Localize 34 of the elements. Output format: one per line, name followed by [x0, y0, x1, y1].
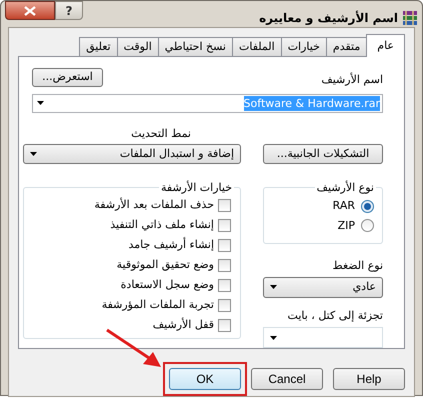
radio-label: RAR: [332, 198, 355, 214]
tab[interactable]: الملفات: [232, 37, 282, 56]
dropdown-value: إضافة و استبدال الملفات: [120, 146, 234, 162]
checkbox-label: حذف الملفات بعد الأرشفة: [94, 196, 214, 213]
checkbox-label: إنشاء ملف ذاتي التنفيذ: [110, 216, 214, 233]
compression-dropdown[interactable]: عادي: [263, 276, 383, 298]
tab[interactable]: نسخ احتياطي: [158, 37, 233, 56]
checkbox-label: وضع سجل الاستعادة: [120, 276, 214, 293]
tab[interactable]: عام: [366, 34, 405, 57]
tab[interactable]: الوقت: [116, 37, 159, 56]
dialog-button[interactable]: Help: [333, 368, 405, 390]
help-button[interactable]: ?: [55, 1, 83, 20]
group-title: نوع الأرشيف: [314, 180, 376, 196]
field-label: نمط التحديث: [131, 126, 191, 142]
checkbox-label: إنشاء أرشيف جامد: [128, 236, 214, 253]
radio-label: ZIP: [338, 218, 355, 234]
field-label: تجزئة إلى كتل ، بايت: [286, 308, 383, 324]
field-label: اسم الأرشيف: [321, 72, 383, 88]
group-title: خيارات الأرشفة: [158, 180, 234, 196]
update-mode-dropdown[interactable]: إضافة و استبدال الملفات: [23, 144, 241, 164]
dropdown-value: عادي: [352, 278, 376, 295]
selected-text: Software & Hardware.rar: [244, 96, 380, 110]
checkbox-label: تجربة الملفات المؤرشفة: [102, 296, 214, 313]
tab[interactable]: تعليق: [79, 37, 118, 56]
window-title: اسم الأرشيف و معاييره: [259, 10, 398, 27]
tab[interactable]: متقدم: [326, 37, 368, 56]
dialog-button[interactable]: Cancel: [251, 368, 323, 390]
dialog-button[interactable]: OK: [169, 368, 241, 390]
tab[interactable]: خيارات: [280, 37, 327, 56]
checkbox-label: وضع تحقيق الموثوقية: [116, 256, 214, 273]
checkbox-label: قفل الأرشيف: [152, 316, 214, 333]
browse-button[interactable]: استعرض...: [32, 68, 103, 87]
profiles-button[interactable]: التشكيلات الجانبية...: [263, 144, 383, 164]
field-label: نوع الضغط: [332, 258, 383, 274]
